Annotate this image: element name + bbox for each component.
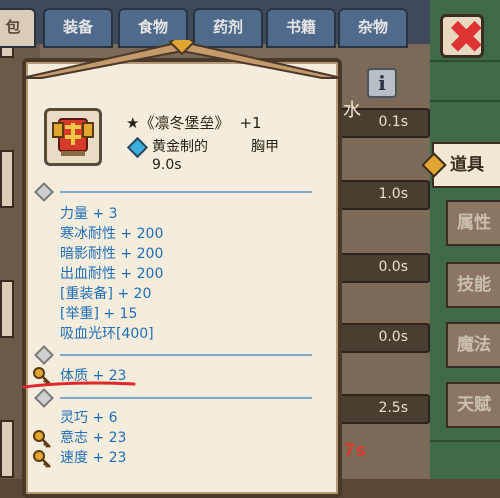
stat-line: 吸血光环[400] (60, 326, 154, 342)
tab-label: 药剂 (212, 18, 243, 36)
left-strip (0, 280, 14, 338)
side-tab-label: 道具 (450, 155, 484, 175)
side-tab-items[interactable]: 道具 (432, 142, 500, 188)
item-slot: 胸甲 (251, 139, 279, 155)
section-divider (60, 191, 312, 193)
tab-label: 书籍 (285, 18, 316, 36)
stat-line: [重装备] + 20 (60, 286, 152, 302)
item-star: ★ (126, 114, 140, 132)
chest-armor-icon (52, 118, 94, 156)
item-title: ★《凛冬堡垒》 +1 (126, 112, 262, 133)
tab-label: 食物 (137, 18, 168, 36)
bg-item-time: 1.0s (378, 186, 408, 202)
stat-line: [举重] + 15 (60, 306, 138, 322)
stat-line: 寒冰耐性 + 200 (60, 226, 164, 242)
close-button[interactable]: ✖ (440, 10, 486, 64)
close-icon: ✖ (447, 10, 486, 64)
bg-item-time: 0.0s (378, 329, 408, 345)
item-name: 《凛冬堡垒》 (139, 114, 230, 132)
side-tab-skills[interactable]: 技能 (446, 262, 500, 308)
bg-item-time: 0.0s (378, 259, 408, 275)
section-divider (60, 397, 312, 399)
left-strip (0, 420, 14, 478)
info-button[interactable]: i (367, 68, 397, 98)
stat-line: 意志 + 23 (60, 430, 127, 446)
side-tab-label: 技能 (457, 275, 491, 295)
bg-item-time: 2.5s (378, 400, 408, 416)
stat-line: 暗影耐性 + 200 (60, 246, 164, 262)
stat-line: 灵巧 + 6 (60, 410, 118, 426)
item-level: +1 (239, 114, 262, 132)
tab-misc[interactable]: 杂物 (338, 8, 408, 48)
wall-brick-line (430, 100, 500, 114)
bg-item-time: 0.1s (378, 114, 408, 130)
key-icon (33, 450, 51, 468)
side-tab-label: 属性 (457, 213, 491, 233)
tooltip-roof-ornament (22, 40, 342, 79)
item-time: 9.0s (152, 157, 182, 173)
tab-label: 装备 (62, 18, 93, 36)
inventory-tab-bar: 包 装备 食物 药剂 书籍 杂物 (0, 0, 430, 48)
tab-label: 杂物 (357, 18, 388, 36)
stat-line: 出血耐性 + 200 (60, 266, 164, 282)
bg-text-fragment: 水 (343, 100, 361, 121)
info-icon: i (378, 71, 386, 95)
stat-line: 速度 + 23 (60, 450, 127, 466)
item-quality: 黄金制的 (152, 139, 208, 155)
section-divider (60, 354, 312, 356)
side-tab-talents[interactable]: 天赋 (446, 382, 500, 428)
side-tab-label: 天赋 (457, 395, 491, 415)
side-tab-label: 魔法 (457, 335, 491, 355)
red-underline-mark (22, 381, 136, 389)
left-strip (0, 150, 14, 208)
key-icon (33, 430, 51, 448)
item-armor-icon (44, 108, 102, 166)
side-tab-attributes[interactable]: 属性 (446, 200, 500, 246)
bg-text-fragment: 7s (343, 440, 367, 461)
wall-brick-line (430, 440, 500, 454)
stat-line: 力量 + 3 (60, 206, 118, 222)
side-tab-magic[interactable]: 魔法 (446, 322, 500, 368)
tab-label: 包 (5, 18, 21, 36)
